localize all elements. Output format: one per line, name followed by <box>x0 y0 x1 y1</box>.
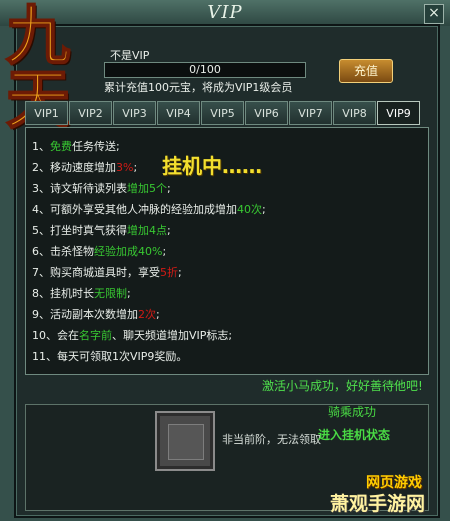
mount-slot[interactable] <box>157 413 213 469</box>
vip-progress-bar: 0/100 <box>104 62 306 78</box>
tab-vip1[interactable]: VIP1 <box>25 101 68 125</box>
benefit-5: 5、打坐时真气获得增加4点; <box>32 224 171 237</box>
game-logo: 九天 <box>0 0 100 134</box>
vip-tabs: VIP1 VIP2 VIP3 VIP4 VIP5 VIP6 VIP7 VIP8 … <box>25 101 420 125</box>
site-watermark: 网页游戏 萧观手游网 <box>318 468 438 515</box>
enter-hang-text: 进入挂机状态 <box>318 428 391 442</box>
tab-vip4[interactable]: VIP4 <box>157 101 200 125</box>
recharge-button[interactable]: 充值 <box>339 59 393 83</box>
mount-icon <box>168 424 204 460</box>
mount-activated-note: 激活小马成功，好好善待他吧! <box>262 379 423 393</box>
tab-vip2[interactable]: VIP2 <box>69 101 112 125</box>
tab-vip8[interactable]: VIP8 <box>333 101 376 125</box>
benefit-4: 4、可额外享受其他人冲脉的经验加成增加40次; <box>32 203 266 216</box>
benefit-1: 1、免费任务传送; <box>32 140 120 153</box>
benefit-6: 6、击杀怪物经验加成40%; <box>32 245 167 258</box>
vip-progress-text: 0/100 <box>189 63 221 76</box>
benefit-11: 11、每天可领取1次VIP9奖励。 <box>32 350 188 363</box>
tab-vip3[interactable]: VIP3 <box>113 101 156 125</box>
tab-vip5[interactable]: VIP5 <box>201 101 244 125</box>
tab-vip7[interactable]: VIP7 <box>289 101 332 125</box>
vip-status: 不是VIP <box>110 49 150 62</box>
benefit-9: 9、活动副本次数增加2次; <box>32 308 160 321</box>
tab-vip9[interactable]: VIP9 <box>377 101 420 125</box>
vip-window: VIP × 九天 不是VIP 0/100 累计充值100元宝，将成为VIP1级会… <box>0 0 450 521</box>
mount-claim-status: 非当前阶，无法领取 <box>222 433 321 446</box>
benefit-3: 3、诗文斩待读列表增加5个; <box>32 182 171 195</box>
recharge-hint: 累计充值100元宝，将成为VIP1级会员 <box>104 81 293 94</box>
benefit-2: 2、移动速度增加3%; <box>32 161 138 174</box>
benefit-10: 10、会在名字前、聊天频道增加VIP标志; <box>32 329 233 342</box>
benefit-8: 8、挂机时长无限制; <box>32 287 131 300</box>
tab-vip6[interactable]: VIP6 <box>245 101 288 125</box>
benefit-7: 7、购买商城道具时，享受5折; <box>32 266 182 279</box>
close-button[interactable]: × <box>424 4 444 24</box>
watermark-bottom-text: 萧观手游网 <box>330 493 426 515</box>
ride-success-text: 骑乘成功 <box>328 405 377 419</box>
hang-status-text: 挂机中…… <box>162 154 262 178</box>
